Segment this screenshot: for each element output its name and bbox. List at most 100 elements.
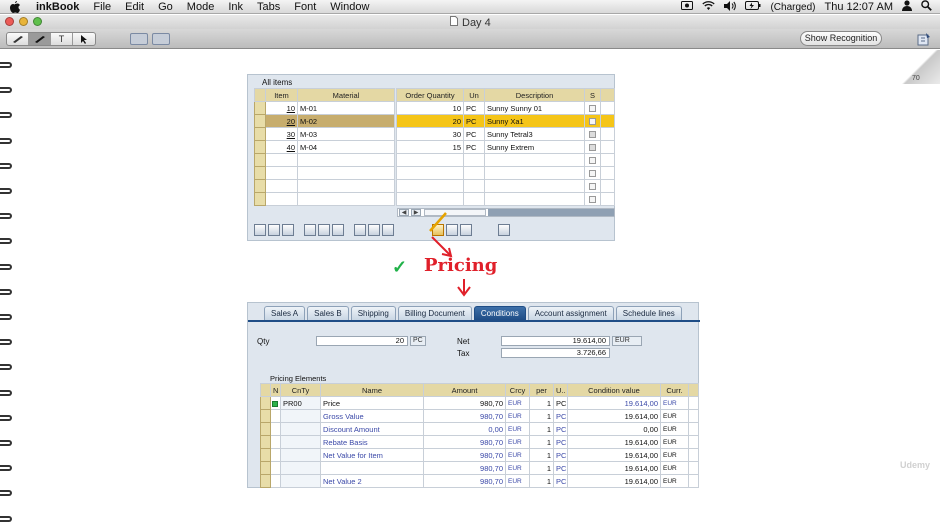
status-checkbox[interactable] <box>584 114 601 128</box>
table-row[interactable]: 30 PC Sunny Tetral3 <box>396 127 615 141</box>
column-header[interactable]: S <box>584 88 601 102</box>
menu-edit[interactable]: Edit <box>125 0 144 14</box>
table-row[interactable]: Net Value for Item 980,70 EUR 1 PC 19.61… <box>260 448 699 462</box>
sort-icon[interactable] <box>368 224 380 236</box>
unit-cell[interactable]: PC <box>553 448 568 462</box>
table-row[interactable]: 40 M-04 <box>254 140 395 154</box>
per-cell[interactable]: 1 <box>529 461 554 475</box>
wifi-icon[interactable] <box>702 0 716 14</box>
empty-cell[interactable] <box>297 192 395 206</box>
amount-cell[interactable]: 980,70 <box>423 409 506 423</box>
condition-name-cell[interactable]: Rebate Basis <box>320 435 424 449</box>
scroll-track[interactable] <box>488 209 614 216</box>
row-selector[interactable] <box>260 435 271 449</box>
empty-row[interactable] <box>396 179 615 193</box>
table-row[interactable]: 10 M-01 <box>254 101 395 115</box>
unit-cell[interactable]: PC <box>463 127 485 141</box>
empty-row[interactable] <box>254 192 395 206</box>
unit-cell[interactable]: PC <box>463 114 485 128</box>
item-number[interactable]: 10 <box>265 101 298 115</box>
table-row[interactable]: 980,70 EUR 1 PC 19.614,00 EUR <box>260 461 699 475</box>
material-cell[interactable]: M-02 <box>297 114 395 128</box>
unit-cell[interactable]: PC <box>463 140 485 154</box>
currency-cell[interactable]: EUR <box>505 435 530 449</box>
currency-cell[interactable]: EUR <box>660 461 689 475</box>
menu-go[interactable]: Go <box>158 0 173 14</box>
row-selector[interactable] <box>254 192 266 206</box>
column-header[interactable]: Item <box>265 88 298 102</box>
currency-cell[interactable]: EUR <box>660 474 689 488</box>
quantity-cell[interactable]: 20 <box>396 114 464 128</box>
material-cell[interactable]: M-04 <box>297 140 395 154</box>
volume-icon[interactable] <box>724 0 737 14</box>
per-cell[interactable]: 1 <box>529 422 554 436</box>
unit-cell[interactable]: PC <box>553 435 568 449</box>
item-number[interactable]: 40 <box>265 140 298 154</box>
status-checkbox[interactable] <box>584 192 601 206</box>
currency-cell[interactable]: EUR <box>505 422 530 436</box>
empty-cell[interactable] <box>297 179 395 193</box>
material-cell[interactable]: M-03 <box>297 127 395 141</box>
net-currency-field[interactable]: EUR <box>612 336 642 346</box>
empty-cell[interactable] <box>265 153 298 167</box>
description-cell[interactable]: Sunny Extrem <box>484 140 585 154</box>
unit-cell[interactable]: PC <box>553 409 568 423</box>
unit-cell[interactable]: PC <box>553 461 568 475</box>
empty-cell[interactable] <box>484 179 585 193</box>
condition-type-cell[interactable] <box>280 409 321 423</box>
condition-name-cell[interactable]: Gross Value <box>320 409 424 423</box>
empty-cell[interactable] <box>396 192 464 206</box>
clock[interactable]: Thu 12:07 AM <box>825 1 894 13</box>
column-header-extra[interactable] <box>688 383 699 397</box>
menu-window[interactable]: Window <box>330 0 369 14</box>
net-value-field[interactable]: 19.614,00 <box>501 336 610 346</box>
column-header[interactable]: Order Quantity <box>396 88 464 102</box>
table-row[interactable]: 10 PC Sunny Sunny 01 <box>396 101 615 115</box>
deselect-all-icon[interactable] <box>318 224 330 236</box>
menu-ink[interactable]: Ink <box>228 0 243 14</box>
condition-value-cell[interactable]: 19.614,00 <box>567 435 661 449</box>
status-checkbox[interactable] <box>584 153 601 167</box>
status-checkbox[interactable] <box>584 179 601 193</box>
column-header[interactable]: U.. <box>553 383 568 397</box>
amount-cell[interactable]: 0,00 <box>423 422 506 436</box>
menu-mode[interactable]: Mode <box>187 0 215 14</box>
empty-cell[interactable] <box>484 153 585 167</box>
currency-cell[interactable]: EUR <box>505 474 530 488</box>
row-selector[interactable] <box>254 166 266 180</box>
quantity-cell[interactable]: 10 <box>396 101 464 115</box>
row-selector[interactable] <box>260 422 271 436</box>
currency-cell[interactable]: EUR <box>505 409 530 423</box>
currency-cell[interactable]: EUR <box>660 422 689 436</box>
select-all-icon[interactable] <box>254 88 266 102</box>
block-icon[interactable] <box>332 224 344 236</box>
minimize-window-button[interactable] <box>19 17 28 26</box>
amount-cell[interactable]: 980,70 <box>423 435 506 449</box>
insert-row-icon[interactable] <box>268 224 280 236</box>
qty-unit-field[interactable]: PC <box>410 336 426 346</box>
empty-cell[interactable] <box>463 166 485 180</box>
quantity-cell[interactable]: 30 <box>396 127 464 141</box>
unit-cell[interactable]: PC <box>553 474 568 488</box>
highlighter-tool-icon[interactable] <box>29 33 51 45</box>
empty-row[interactable] <box>396 166 615 180</box>
condition-value-cell[interactable]: 19.614,00 <box>567 409 661 423</box>
apple-icon[interactable] <box>10 0 20 13</box>
condition-name-cell[interactable]: Discount Amount <box>320 422 424 436</box>
item-number[interactable]: 20 <box>265 114 298 128</box>
pen-tool-icon[interactable] <box>7 33 29 45</box>
zoom-window-button[interactable] <box>33 17 42 26</box>
per-cell[interactable]: 1 <box>529 474 554 488</box>
condition-name-cell[interactable]: Price <box>320 396 424 410</box>
row-selector[interactable] <box>260 474 271 488</box>
column-header[interactable]: Name <box>320 383 424 397</box>
currency-cell[interactable]: EUR <box>660 435 689 449</box>
row-selector[interactable] <box>254 127 266 141</box>
condition-type-cell[interactable]: PR00 <box>280 396 321 410</box>
empty-cell[interactable] <box>297 166 395 180</box>
column-header[interactable]: Curr. <box>660 383 689 397</box>
condition-value-cell[interactable]: 19.614,00 <box>567 396 661 410</box>
inspector-icon[interactable] <box>917 32 931 51</box>
row-selector[interactable] <box>260 461 271 475</box>
row-selector[interactable] <box>260 448 271 462</box>
